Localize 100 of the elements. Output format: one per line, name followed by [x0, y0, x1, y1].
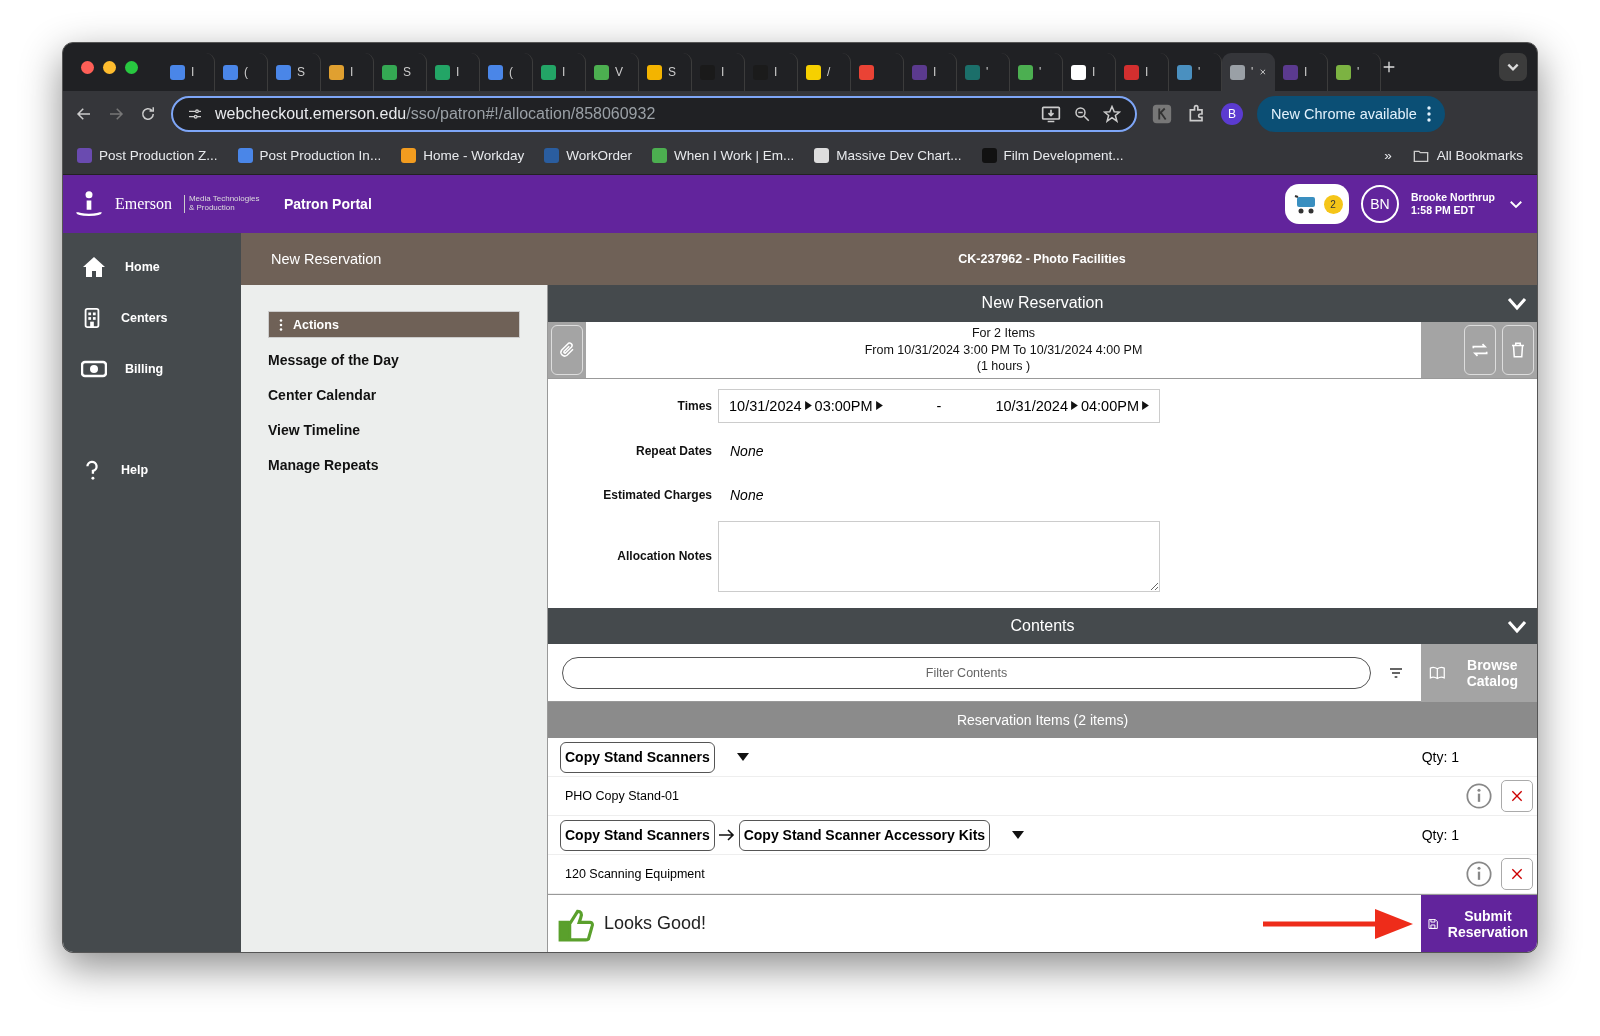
section-header[interactable]: Contents: [548, 607, 1537, 645]
equipment-name: 120 Scanning Equipment: [565, 867, 706, 881]
bookmark[interactable]: Post Production In...: [237, 148, 382, 163]
action-link[interactable]: Manage Repeats: [268, 447, 520, 482]
arrow-right-icon: [1263, 906, 1413, 941]
reservation-summary: For 2 Items From 10/31/2024 3:00 PM To 10/31/2024 4:00 PM (1 hours ): [863, 325, 1144, 375]
update-button[interactable]: New Chrome available: [1257, 96, 1445, 132]
notes-field[interactable]: [718, 520, 1160, 592]
chevron-down-icon[interactable]: [1507, 619, 1527, 634]
time-range-field[interactable]: 10/31/2024 03:00PM - 10/31/2024 04:00PM: [718, 388, 1160, 423]
field-value: None: [729, 485, 765, 505]
sidebar-item[interactable]: Centers: [63, 292, 241, 343]
delete-button[interactable]: [1502, 324, 1534, 375]
quantity-text: Qty: 1: [1421, 749, 1459, 765]
tab-title: I: [350, 65, 354, 79]
bookmark[interactable]: Massive Dev Chart...: [814, 148, 962, 163]
cart-count: 2: [1323, 194, 1343, 214]
bookmark[interactable]: WorkOrder: [544, 148, 632, 163]
tab-title: ': [1198, 65, 1201, 79]
bookmark[interactable]: Post Production Z...: [77, 148, 218, 163]
forward-icon: [107, 105, 125, 123]
tab-title: I: [1145, 65, 1149, 79]
equipment-name: PHO Copy Stand-01: [565, 789, 680, 803]
tab-title: I: [1304, 65, 1308, 79]
user-time: 1:58 PM EDT: [1411, 204, 1476, 217]
back-icon: [75, 105, 93, 123]
action-link[interactable]: Center Calendar: [268, 377, 520, 412]
app-title: Patron Portal: [283, 196, 372, 212]
banknote-icon: [81, 358, 107, 379]
sidebar-item[interactable]: Billing: [63, 343, 241, 394]
user-avatar[interactable]: BN: [1361, 185, 1399, 223]
tab-title: I: [1092, 65, 1096, 79]
caret-icon: [1142, 401, 1149, 411]
tab-title: I: [562, 65, 566, 79]
record-title: CK-237962 - Photo Facilities: [957, 252, 1127, 266]
close-icon: [1259, 66, 1267, 78]
tab-title: (: [509, 65, 513, 79]
tab-title: V: [615, 65, 623, 79]
chevron-down-icon: [1499, 53, 1527, 81]
bookmark[interactable]: Film Development...: [981, 148, 1124, 163]
actions-title: Actions: [293, 317, 339, 332]
section-title: New Reservation: [981, 294, 1104, 313]
action-link[interactable]: View Timeline: [268, 412, 520, 447]
tab-title: I: [933, 65, 937, 79]
sidebar-item[interactable]: Home: [63, 241, 241, 292]
home-icon: [81, 254, 107, 279]
sidebar-item[interactable]: Help: [63, 444, 241, 495]
plus-icon: [1381, 59, 1397, 75]
field-label: Estimated Charges: [602, 487, 712, 502]
tab-title: ': [1251, 65, 1254, 79]
actions-header[interactable]: Actions: [268, 311, 520, 338]
address-bar[interactable]: webcheckout.emerson.edu/sso/patron#!/allocation/858060932: [171, 96, 1137, 132]
quantity-text: Qty: 1: [1421, 827, 1459, 843]
user-name: Brooke Northrup: [1411, 191, 1495, 204]
logo-subtitle: Media Technologies & Production: [183, 195, 264, 213]
status-text: Looks Good!: [604, 913, 708, 934]
browser-tab[interactable]: ': [1222, 53, 1275, 91]
maximize-window-button[interactable]: [125, 60, 138, 74]
caret-icon: [804, 401, 812, 411]
tab-title: ': [1357, 65, 1360, 79]
close-icon: [1509, 866, 1525, 882]
field-value: None: [729, 441, 765, 461]
star-icon: [1103, 105, 1121, 123]
section-header[interactable]: New Reservation: [548, 285, 1537, 322]
field-label: Allocation Notes: [616, 549, 712, 564]
remove-button[interactable]: [1501, 780, 1533, 812]
all-bookmarks-button[interactable]: All Bookmarks: [1411, 147, 1523, 164]
more-bookmarks-button[interactable]: »: [1384, 148, 1392, 163]
info-icon: [1465, 860, 1493, 888]
category-chip[interactable]: Copy Stand Scanners: [560, 741, 715, 773]
caret-icon: [1070, 401, 1078, 411]
remove-button[interactable]: [1501, 858, 1533, 890]
bookmark[interactable]: Home - Workday: [401, 148, 525, 163]
cart-button[interactable]: 2: [1285, 184, 1349, 224]
profile-avatar[interactable]: B: [1221, 103, 1243, 125]
repeat-button[interactable]: [1464, 324, 1496, 375]
tab-title: I: [191, 65, 195, 79]
category-chip[interactable]: Copy Stand Scanner Accessory Kits: [738, 819, 991, 851]
tab-title: S: [297, 65, 305, 79]
action-link[interactable]: Message of the Day: [268, 342, 520, 377]
tab-title: /: [827, 65, 831, 79]
tab-title: ': [986, 65, 989, 79]
close-icon: [1509, 788, 1525, 804]
chevron-down-icon[interactable]: [1507, 297, 1527, 311]
extension-icon: [1151, 103, 1173, 125]
paperclip-icon: [558, 340, 576, 359]
reload-icon: [139, 105, 157, 123]
tab-title: S: [668, 65, 676, 79]
bookmark[interactable]: When I Work | Em...: [651, 148, 795, 163]
attach-button[interactable]: [551, 324, 583, 375]
field-label: Repeat Dates: [634, 443, 712, 458]
close-window-button[interactable]: [81, 60, 94, 74]
site-settings-icon: [187, 106, 203, 122]
logo-text: Emerson: [115, 195, 172, 213]
filter-field[interactable]: Filter Contents: [562, 656, 1371, 689]
submit-button[interactable]: Submit Reservation: [1421, 894, 1537, 952]
minimize-window-button[interactable]: [103, 60, 116, 74]
section-title: Contents: [1010, 616, 1075, 635]
tab-title: I: [721, 65, 725, 79]
category-chip[interactable]: Copy Stand Scanners: [560, 819, 715, 851]
